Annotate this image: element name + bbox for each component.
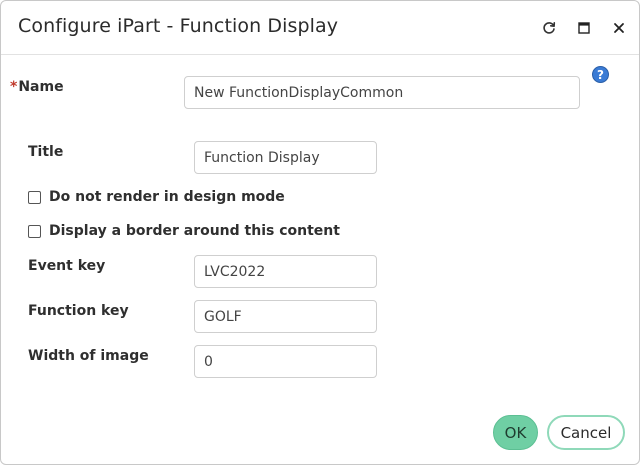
function-key-input[interactable] — [194, 300, 377, 333]
title-input[interactable] — [194, 141, 377, 174]
display-border-row[interactable]: Display a border around this content — [28, 223, 340, 239]
dialog-titlebar: Configure iPart - Function Display — [1, 1, 639, 55]
name-input[interactable] — [184, 76, 580, 109]
no-render-design-checkbox[interactable] — [28, 190, 41, 204]
no-render-design-label: Do not render in design mode — [49, 189, 285, 205]
function-key-label: Function key — [28, 303, 129, 319]
no-render-design-row[interactable]: Do not render in design mode — [28, 189, 285, 205]
title-label: Title — [28, 144, 64, 160]
event-key-label: Event key — [28, 258, 106, 274]
required-marker: * — [10, 79, 18, 95]
event-key-input[interactable] — [194, 255, 377, 288]
maximize-icon[interactable] — [574, 18, 594, 38]
close-icon[interactable] — [609, 18, 629, 38]
help-icon[interactable]: ? — [592, 66, 609, 83]
ok-button[interactable]: OK — [493, 415, 538, 450]
configure-ipart-dialog: Configure iPart - Function Display *Name… — [0, 0, 640, 465]
display-border-label: Display a border around this content — [49, 223, 340, 239]
dialog-title: Configure iPart - Function Display — [18, 15, 339, 37]
width-of-image-label: Width of image — [28, 348, 149, 364]
display-border-checkbox[interactable] — [28, 224, 41, 238]
width-of-image-input[interactable] — [194, 345, 377, 378]
name-label-text: Name — [18, 79, 64, 95]
cancel-button[interactable]: Cancel — [547, 415, 625, 450]
refresh-icon[interactable] — [539, 18, 559, 38]
name-label: *Name — [10, 79, 64, 95]
